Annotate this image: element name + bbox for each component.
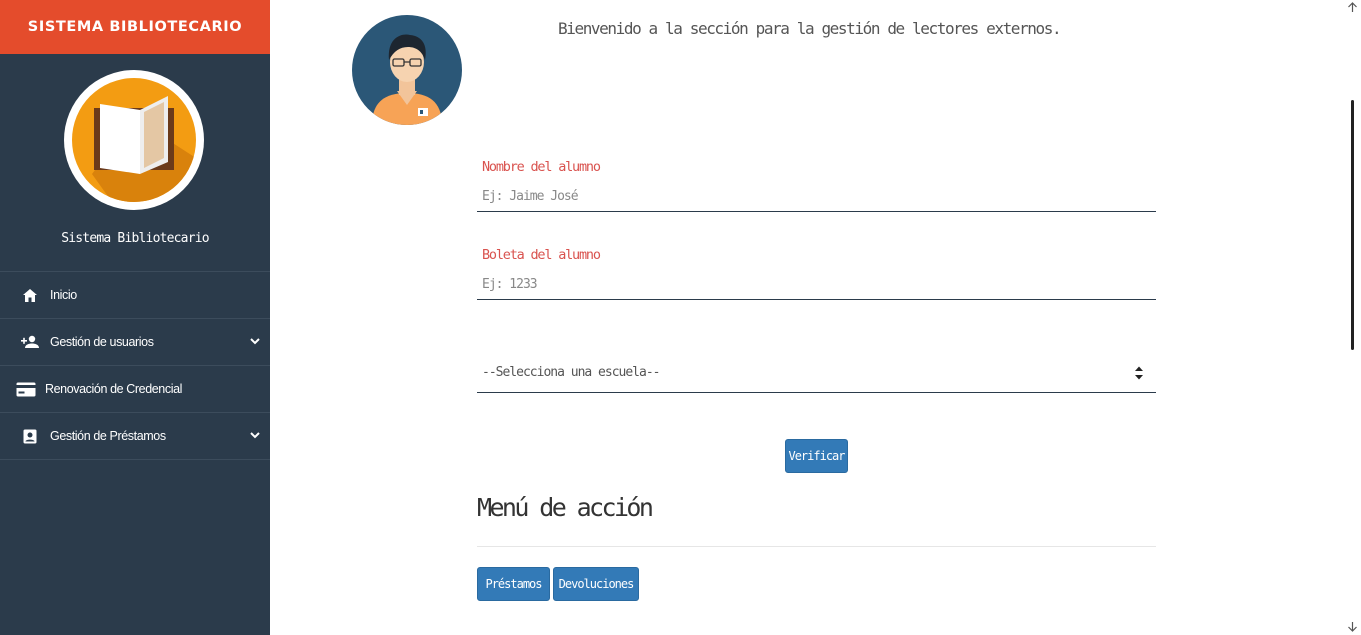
student-boleta-input[interactable] bbox=[477, 270, 1156, 300]
portrait-icon bbox=[20, 428, 40, 444]
open-book-icon bbox=[72, 78, 196, 202]
sidebar-item-label: Renovación de Credencial bbox=[45, 382, 183, 396]
scrollbar-thumb[interactable] bbox=[1351, 100, 1354, 350]
chevron-down-icon[interactable] bbox=[248, 334, 262, 348]
student-name-input[interactable] bbox=[477, 182, 1156, 212]
name-label: Nombre del alumno bbox=[482, 159, 601, 175]
sidebar-item-renovacion[interactable]: Renovación de Credencial bbox=[0, 366, 270, 413]
devoluciones-button[interactable]: Devoluciones bbox=[553, 567, 639, 601]
chevron-down-icon[interactable] bbox=[248, 428, 262, 442]
prestamos-button[interactable]: Préstamos bbox=[477, 567, 550, 601]
brand-title[interactable]: SISTEMA BIBLIOTECARIO bbox=[0, 0, 270, 54]
sidebar-user-label: Sistema Bibliotecario bbox=[61, 231, 209, 246]
sidebar-item-gestion-usuarios[interactable]: Gestión de usuarios bbox=[0, 319, 270, 366]
home-icon bbox=[20, 287, 40, 303]
scroll-down-arrow-icon[interactable] bbox=[1347, 621, 1358, 632]
school-select-value: --Selecciona una escuela-- bbox=[482, 365, 660, 380]
boleta-label: Boleta del alumno bbox=[482, 247, 601, 263]
school-select[interactable]: --Selecciona una escuela-- bbox=[477, 353, 1156, 393]
user-avatar bbox=[352, 15, 462, 125]
divider bbox=[477, 546, 1156, 547]
sidebar-item-gestion-prestamos[interactable]: Gestión de Préstamos bbox=[0, 413, 270, 460]
welcome-message: Bienvenido a la sección para la gestión … bbox=[558, 19, 1062, 38]
credit-card-icon bbox=[16, 381, 36, 397]
verify-button[interactable]: Verificar bbox=[785, 439, 848, 473]
add-user-icon bbox=[20, 334, 40, 350]
sidebar-item-label: Inicio bbox=[50, 288, 77, 302]
sidebar-item-inicio[interactable]: Inicio bbox=[0, 272, 270, 319]
sidebar: SISTEMA BIBLIOTECARIO Sistema Biblioteca… bbox=[0, 0, 270, 635]
select-caret-icon bbox=[1135, 366, 1143, 380]
library-logo bbox=[64, 70, 204, 210]
scroll-up-arrow-icon[interactable] bbox=[1347, 2, 1358, 13]
sidebar-nav: Inicio Gestión de usuarios Renovación de… bbox=[0, 271, 270, 460]
sidebar-item-label: Gestión de Préstamos bbox=[50, 429, 166, 443]
vertical-scrollbar[interactable] bbox=[1344, 0, 1361, 635]
sidebar-item-label: Gestión de usuarios bbox=[50, 335, 154, 349]
action-menu-title: Menú de acción bbox=[477, 493, 654, 522]
